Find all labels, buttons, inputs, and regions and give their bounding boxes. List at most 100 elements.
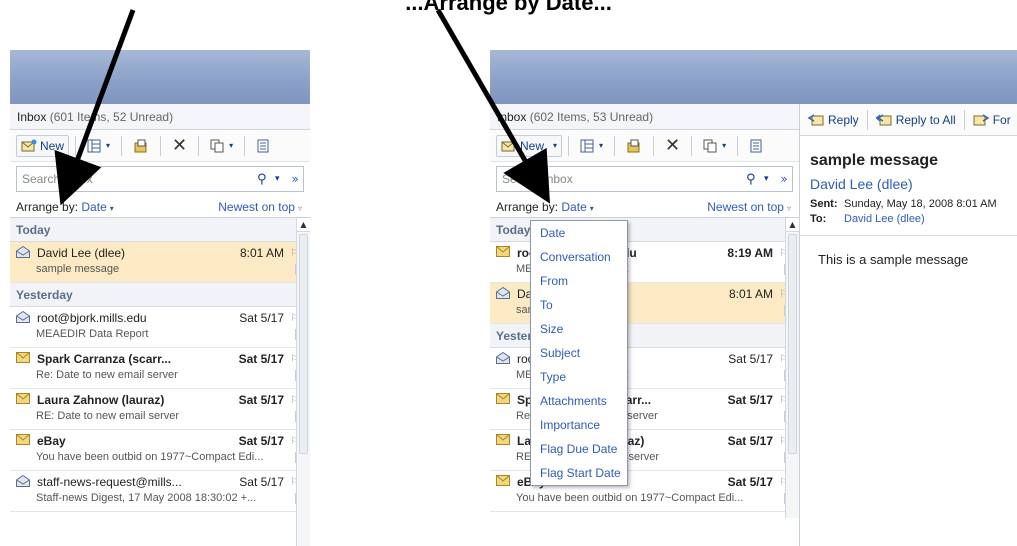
search-icon[interactable]: ⚲ (257, 172, 275, 187)
message-subject-preview: RE: Date to new email server (36, 410, 180, 422)
move-to-folder-button[interactable] (128, 135, 154, 157)
arrange-option[interactable]: Flag Start Date (531, 461, 627, 485)
mail-toolbar: New ▾ ▾ ✕ ▾ (490, 130, 799, 162)
message-date: Sat 5/17 (238, 352, 284, 366)
message-date: 8:01 AM (728, 287, 773, 301)
chevron-down-icon[interactable]: ▾ (110, 204, 114, 213)
expand-query-icon[interactable]: » (776, 172, 792, 186)
arrange-by-value[interactable]: Date (81, 200, 106, 214)
move-to-folder-button[interactable] (621, 135, 647, 157)
arrange-option[interactable]: From (531, 269, 627, 293)
scrollbar-thumb[interactable] (788, 234, 797, 454)
search-box[interactable]: Search Inbox ⚲ ▾ » (16, 166, 304, 192)
unread-envelope-icon (496, 393, 512, 407)
folder-count: (602 Items, 53 Unread) (529, 110, 654, 124)
new-mail-icon (21, 139, 37, 153)
arrange-option[interactable]: Attachments (531, 389, 627, 413)
scrollbar[interactable]: ▲ (785, 218, 799, 518)
read-envelope-icon (16, 311, 32, 325)
chevron-down-icon[interactable]: ▿ (298, 204, 302, 213)
copy-icon (703, 139, 719, 153)
toolbar-separator (963, 109, 965, 130)
print-icon (256, 139, 272, 153)
chevron-down-icon[interactable]: ▾ (590, 204, 594, 213)
sort-order-label[interactable]: Newest on top (218, 200, 295, 214)
arrange-option[interactable]: To (531, 293, 627, 317)
arrange-by-value[interactable]: Date (561, 200, 586, 214)
folder-header: Inbox (602 Items, 53 Unread) (490, 104, 799, 130)
group-header[interactable]: Yesterday (10, 283, 310, 307)
message-from: David Lee (dlee) (37, 246, 126, 260)
to-value[interactable]: David Lee (dlee) (844, 213, 925, 225)
message-row[interactable]: staff-news-request@mills... Sat 5/17 ⚐ Staf… (10, 471, 310, 512)
chevron-down-icon[interactable]: ▾ (275, 174, 287, 184)
scroll-up-icon[interactable]: ▲ (297, 218, 310, 232)
message-subject-preview: Staff-news Digest, 17 May 2008 18:30:02 … (36, 492, 257, 504)
new-button[interactable]: New ▾ (496, 134, 563, 157)
scroll-up-icon[interactable]: ▲ (786, 218, 799, 232)
message-row[interactable]: Spark Carranza (scarr...Sat 5/17⚐Re: Dat… (10, 348, 310, 389)
toolbar-separator (244, 135, 246, 156)
search-icon[interactable]: ⚲ (746, 172, 764, 187)
message-subject-preview: MEAEDIR Data Report (36, 328, 149, 340)
message-row[interactable]: root@bjork.mills.eduSat 5/17⚐MEAEDIR Dat… (10, 307, 310, 348)
reply-all-label: Reply to All (895, 112, 956, 127)
message-row[interactable]: Laura Zahnow (lauraz)Sat 5/17⚐RE: Date t… (10, 389, 310, 430)
unread-envelope-icon (496, 246, 512, 260)
message-date: Sat 5/17 (238, 393, 284, 407)
sent-value: Sunday, May 18, 2008 8:01 AM (844, 198, 997, 210)
chevron-down-icon: ▾ (553, 141, 558, 150)
new-button[interactable]: New (16, 134, 70, 157)
arrange-by[interactable]: Arrange by: Date ▾ (16, 200, 114, 214)
arrange-option[interactable]: Type (531, 365, 627, 389)
folder-name: Inbox (497, 110, 527, 124)
unread-envelope-icon (496, 475, 512, 489)
message-date: Sat 5/17 (727, 434, 773, 448)
search-box[interactable]: Search Inbox ⚲ ▾ » (496, 166, 793, 192)
forward-button[interactable]: For (973, 113, 1011, 127)
message-from: Laura Zahnow (lauraz) (37, 393, 165, 407)
forward-label: For (992, 112, 1011, 127)
reply-group-button[interactable]: ▾ (205, 135, 238, 157)
chevron-down-icon[interactable]: ▾ (764, 174, 776, 184)
toolbar-separator (75, 135, 77, 156)
print-button[interactable] (251, 135, 277, 157)
view-button[interactable]: ▾ (82, 135, 115, 157)
expand-query-icon[interactable]: » (287, 172, 303, 186)
scrollbar[interactable]: ▲ (296, 218, 310, 546)
view-button[interactable]: ▾ (575, 135, 608, 157)
search-input[interactable]: Search Inbox (497, 172, 746, 186)
arrange-option[interactable]: Flag Due Date (531, 437, 627, 461)
reply-group-button[interactable]: ▾ (698, 135, 731, 157)
message-row[interactable]: David Lee (dlee)8:01 AM⚐sample message (10, 242, 310, 283)
message-subject: sample message (810, 152, 939, 169)
sort-order[interactable]: Newest on top ▿ (707, 200, 791, 214)
to-label: To: (810, 213, 827, 225)
message-row[interactable]: eBaySat 5/17⚐You have been outbid on 197… (10, 430, 310, 471)
arrange-option[interactable]: Date (531, 221, 627, 245)
chevron-down-icon[interactable]: ▿ (787, 204, 791, 213)
message-from: root@bjork.mills.edu (37, 311, 147, 325)
arrange-option[interactable]: Conversation (531, 245, 627, 269)
reply-button[interactable]: Reply (808, 113, 859, 127)
arrange-option[interactable]: Importance (531, 413, 627, 437)
message-subject-preview: You have been outbid on 1977~Compact Edi… (516, 492, 744, 504)
window-titlebar (490, 50, 1017, 104)
arrange-by-label: Arrange by: (16, 199, 79, 214)
message-sender[interactable]: David Lee (dlee) (810, 176, 1017, 192)
delete-button[interactable]: ✕ (167, 135, 192, 157)
group-header[interactable]: Today (10, 218, 310, 242)
sort-order-label[interactable]: Newest on top (707, 200, 784, 214)
arrange-option[interactable]: Subject (531, 341, 627, 365)
new-mail-icon (501, 139, 517, 153)
print-button[interactable] (744, 135, 770, 157)
reply-all-button[interactable]: Reply to All (875, 112, 956, 127)
delete-button[interactable]: ✕ (660, 135, 685, 157)
scrollbar-thumb[interactable] (299, 234, 308, 454)
arrange-option[interactable]: Size (531, 317, 627, 341)
arrange-by[interactable]: Arrange by: Date ▾ (496, 200, 594, 214)
arrange-by-bar: Arrange by: Date ▾ Newest on top ▿ (490, 196, 799, 218)
sort-order[interactable]: Newest on top ▿ (218, 200, 302, 214)
search-input[interactable]: Search Inbox (17, 172, 257, 186)
arrange-by-label: Arrange by: (496, 199, 559, 214)
